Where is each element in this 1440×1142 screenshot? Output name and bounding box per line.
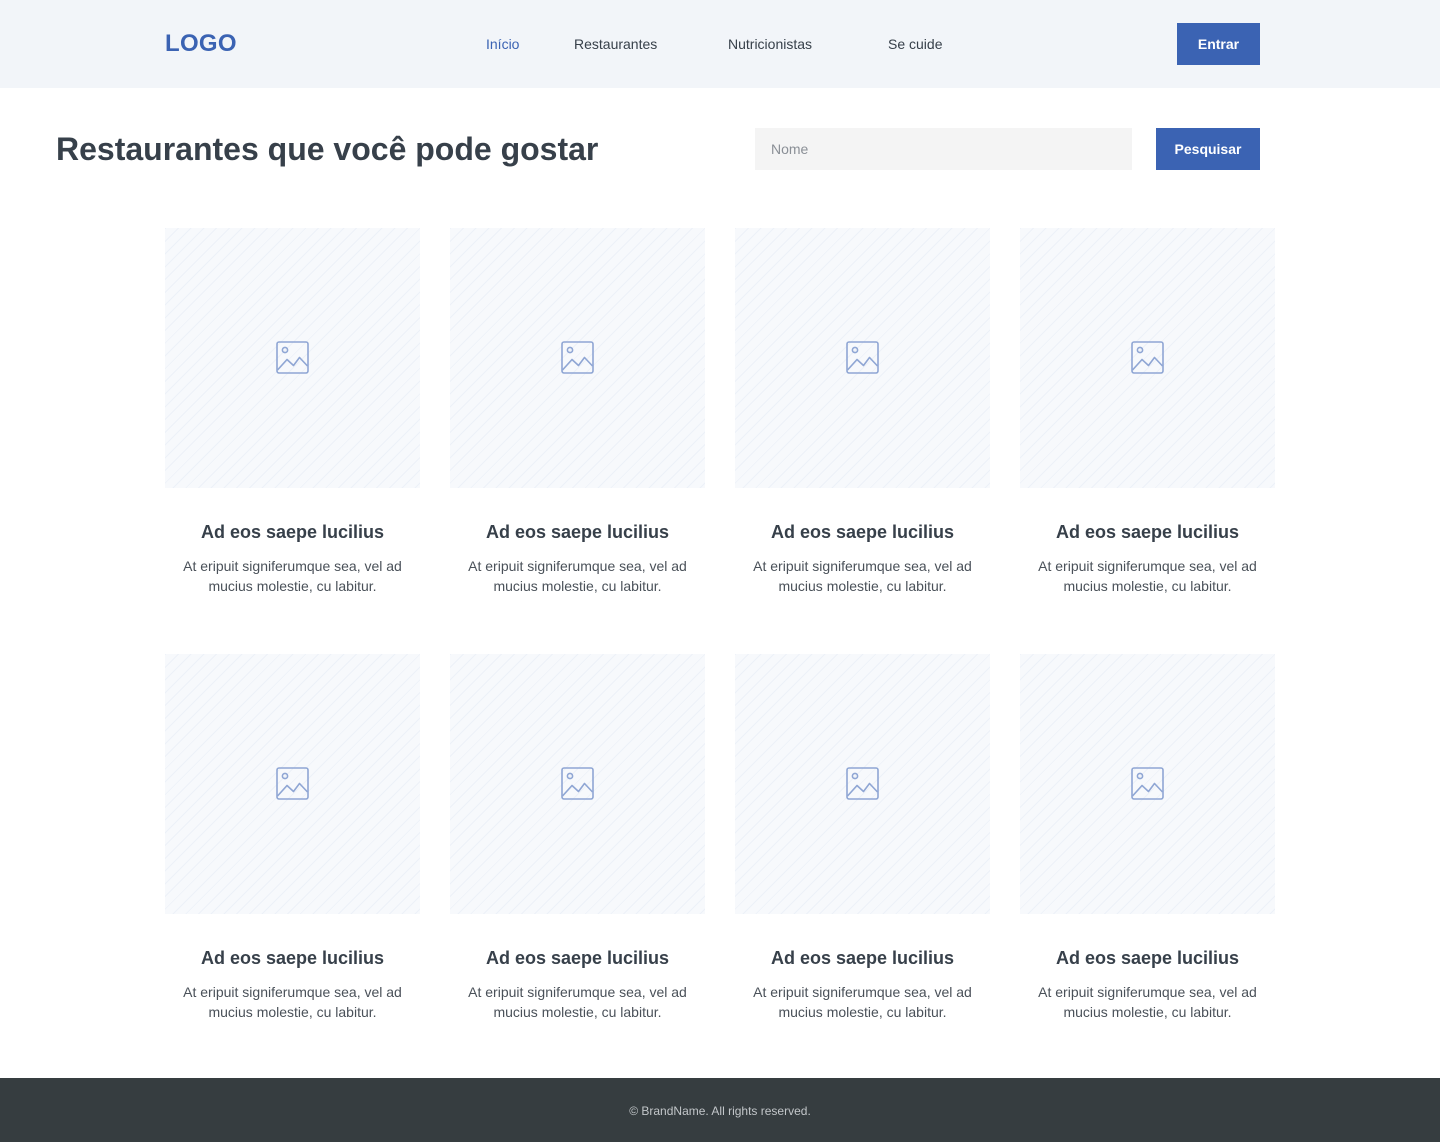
card-image-placeholder (1020, 654, 1275, 914)
image-icon (276, 767, 309, 800)
card-image-placeholder (735, 654, 990, 914)
nav-link-inicio[interactable]: Início (486, 35, 519, 53)
card-title: Ad eos saepe lucilius (770, 948, 955, 968)
image-icon (846, 767, 879, 800)
copyright-text: © BrandName. All rights reserved. (629, 1104, 811, 1118)
card-title: Ad eos saepe lucilius (485, 522, 670, 542)
nav-link-se-cuide[interactable]: Se cuide (888, 35, 942, 53)
search-button[interactable]: Pesquisar (1156, 128, 1260, 170)
image-icon (561, 767, 594, 800)
image-icon (1131, 341, 1164, 374)
footer: © BrandName. All rights reserved. (0, 1078, 1440, 1142)
nav-link-nutricionistas[interactable]: Nutricionistas (728, 35, 812, 53)
card-image-placeholder (1020, 228, 1275, 488)
card-title: Ad eos saepe lucilius (1055, 948, 1240, 968)
card-title: Ad eos saepe lucilius (200, 948, 385, 968)
card-description: At eripuit signiferumque sea, vel ad muc… (1038, 558, 1257, 594)
card-image-placeholder (450, 654, 705, 914)
card-title: Ad eos saepe lucilius (485, 948, 670, 968)
image-icon (276, 341, 309, 374)
image-icon (561, 341, 594, 374)
card-title: Ad eos saepe lucilius (200, 522, 385, 542)
card-image-placeholder (165, 228, 420, 488)
card-title: Ad eos saepe lucilius (770, 522, 955, 542)
page-title: Restaurantes que você pode gostar (56, 131, 599, 167)
logo[interactable]: LOGO (165, 30, 237, 58)
search-input[interactable] (755, 128, 1132, 170)
image-icon (1131, 767, 1164, 800)
card-description: At eripuit signiferumque sea, vel ad muc… (183, 558, 402, 594)
card-description: At eripuit signiferumque sea, vel ad muc… (468, 984, 687, 1020)
card-image-placeholder (165, 654, 420, 914)
card-description: At eripuit signiferumque sea, vel ad muc… (183, 984, 402, 1020)
card-image-placeholder (450, 228, 705, 488)
card-image-placeholder (735, 228, 990, 488)
card-description: At eripuit signiferumque sea, vel ad muc… (753, 558, 972, 594)
card-title: Ad eos saepe lucilius (1055, 522, 1240, 542)
login-button[interactable]: Entrar (1177, 23, 1260, 65)
nav-link-restaurantes[interactable]: Restaurantes (574, 35, 657, 53)
image-icon (846, 341, 879, 374)
top-navbar: LOGO Início Restaurantes Nutricionistas … (0, 0, 1440, 88)
card-description: At eripuit signiferumque sea, vel ad muc… (468, 558, 687, 594)
card-description: At eripuit signiferumque sea, vel ad muc… (1038, 984, 1257, 1020)
card-description: At eripuit signiferumque sea, vel ad muc… (753, 984, 972, 1020)
